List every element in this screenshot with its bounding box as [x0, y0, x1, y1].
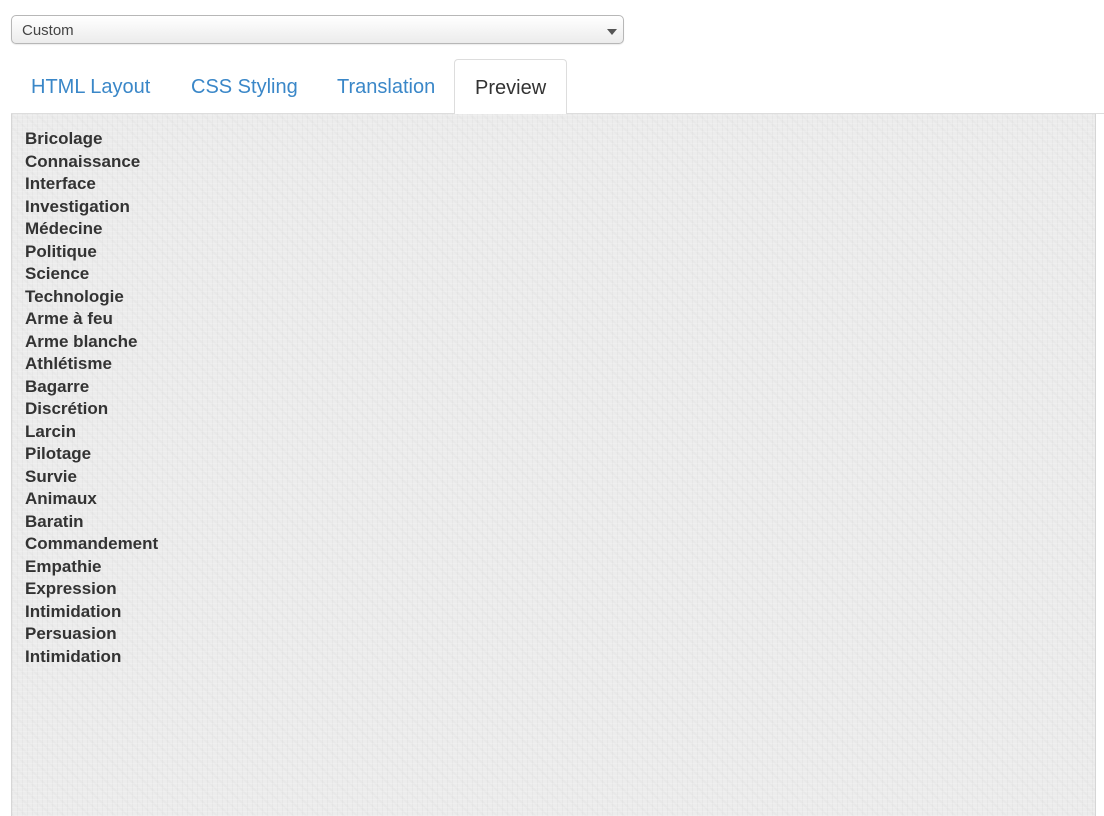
skill-list: Bricolage Connaissance Interface Investi…	[25, 128, 158, 668]
skill-item: Expression	[25, 579, 117, 598]
skill-item: Connaissance	[25, 151, 141, 171]
skill-item: Intimidation	[25, 601, 122, 621]
tab-translation[interactable]: Translation	[317, 59, 455, 114]
skill-item: Bagarre	[25, 376, 90, 396]
chevron-down-icon	[607, 29, 617, 35]
skill-item: Athlétisme	[25, 354, 112, 373]
skill-item: Empathie	[25, 556, 102, 576]
skill-item: Science	[25, 264, 90, 283]
tab-preview[interactable]: Preview	[454, 59, 568, 115]
preview-panel: Bricolage Connaissance Interface Investi…	[11, 114, 1096, 816]
skill-item: Bricolage	[25, 129, 103, 148]
skill-item: Commandement	[25, 534, 159, 553]
skill-item: Médecine	[25, 219, 103, 238]
skill-item: Politique	[25, 241, 97, 261]
template-select-value: Custom	[22, 22, 74, 39]
skill-item: Arme blanche	[25, 331, 138, 351]
tab-html-layout[interactable]: HTML Layout	[11, 59, 170, 114]
skill-item: Technologie	[25, 286, 124, 306]
editor-tabs: HTML Layout CSS Styling Translation Prev…	[11, 59, 1104, 115]
skill-item: Pilotage	[25, 444, 92, 463]
skill-item: Intimidation	[25, 646, 122, 666]
skill-item: Interface	[25, 174, 96, 193]
skill-item: Arme à feu	[25, 309, 113, 328]
skill-item: Survie	[25, 466, 77, 486]
skill-item: Persuasion	[25, 624, 117, 643]
tab-css-styling[interactable]: CSS Styling	[171, 59, 318, 114]
skill-item: Larcin	[25, 421, 77, 441]
skill-item: Investigation	[25, 196, 130, 216]
template-select[interactable]: Custom	[11, 15, 624, 44]
skill-item: Discrétion	[25, 399, 109, 418]
skill-item: Animaux	[25, 489, 97, 508]
skill-item: Baratin	[25, 511, 84, 531]
